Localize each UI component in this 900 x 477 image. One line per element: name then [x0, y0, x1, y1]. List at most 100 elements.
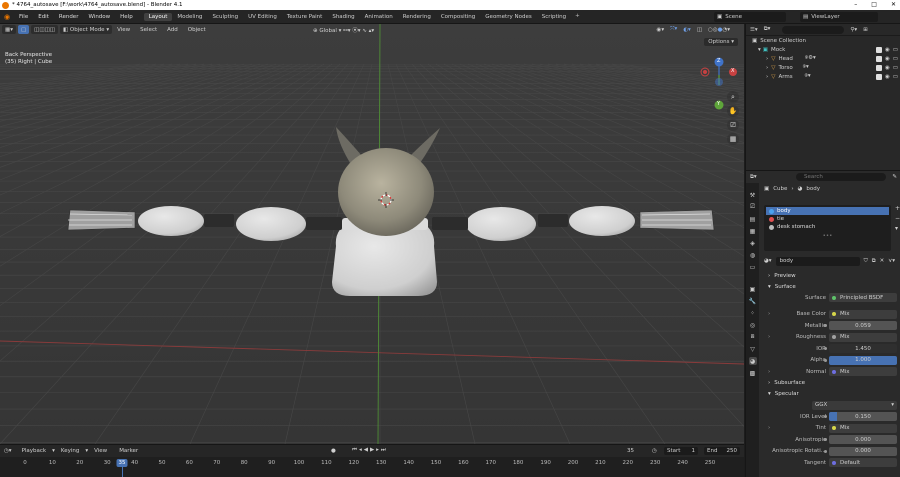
- metallic-slider[interactable]: 0.059: [829, 321, 897, 331]
- start-frame-field[interactable]: Start 1: [664, 447, 698, 455]
- panel-specular[interactable]: ▾ Specular: [760, 389, 900, 400]
- chevron-right-icon[interactable]: ›: [766, 56, 768, 62]
- eye-icon[interactable]: ◉: [885, 47, 890, 53]
- chevron-right-icon[interactable]: ›: [768, 334, 770, 340]
- eye-icon[interactable]: ◉: [885, 65, 890, 71]
- viewport-menu-view[interactable]: View: [112, 27, 135, 33]
- viewport-menu-add[interactable]: Add: [162, 27, 183, 33]
- end-frame-field[interactable]: End 250: [704, 447, 740, 455]
- alpha-slider[interactable]: 1.000: [829, 355, 897, 365]
- tool-tab-icon[interactable]: ⚒: [749, 191, 757, 199]
- camera-icon[interactable]: ▭: [893, 74, 898, 80]
- outliner-search-input[interactable]: [782, 25, 845, 34]
- menu-render[interactable]: Render: [54, 14, 84, 20]
- camera-icon[interactable]: ▭: [893, 56, 898, 62]
- viewport-menu-object[interactable]: Object: [183, 27, 211, 33]
- outliner-row-arms[interactable]: › ▽ Arms ⍟▾ ◉ ▭: [746, 72, 900, 81]
- chevron-right-icon[interactable]: ›: [768, 369, 770, 375]
- outliner-row-mock[interactable]: ▾ ▣ Mock ◉ ▭: [746, 45, 900, 54]
- collection-tab-icon[interactable]: ▭: [749, 263, 757, 271]
- pin-icon[interactable]: ✎: [892, 174, 897, 180]
- select-mode-icons[interactable]: ◫◫◫◫: [31, 25, 58, 34]
- output-tab-icon[interactable]: ▤: [749, 215, 757, 223]
- clock-icon[interactable]: ◷: [652, 448, 657, 454]
- select-box-icon[interactable]: ▢: [17, 25, 30, 34]
- scene-tab-icon[interactable]: ◈: [749, 239, 757, 247]
- tab-modeling[interactable]: Modeling: [172, 13, 207, 21]
- data-tab-icon[interactable]: ▽: [749, 345, 757, 353]
- tab-sculpting[interactable]: Sculpting: [207, 13, 243, 21]
- world-tab-icon[interactable]: ◍: [749, 251, 757, 259]
- visibility-icon[interactable]: ◉▾: [657, 27, 665, 33]
- auto-key-icon[interactable]: ●: [331, 448, 336, 454]
- material-browse-icon[interactable]: ◕▾: [764, 258, 772, 264]
- timeline-menu-view[interactable]: View: [88, 448, 113, 454]
- 3d-cursor-icon[interactable]: [378, 192, 394, 208]
- fake-user-icon[interactable]: ⛉: [864, 258, 868, 265]
- outliner-row-torso[interactable]: › ▽ Torso ⍟▾ ◉ ▭: [746, 63, 900, 72]
- node-tree-icon[interactable]: ⋎▾: [888, 258, 895, 264]
- minimize-button[interactable]: –: [854, 1, 857, 8]
- transform-orientation-dropdown[interactable]: ⊕ Global ▾ ⚯▾ ⦿▾ ∿ ▴▾: [313, 26, 374, 34]
- chevron-right-icon[interactable]: ›: [766, 65, 768, 71]
- panel-subsurface[interactable]: › Subsurface: [760, 378, 900, 389]
- timeline-menu-playback[interactable]: Playback: [16, 448, 53, 454]
- menu-window[interactable]: Window: [83, 14, 115, 20]
- object-mode-dropdown[interactable]: ◧ Object Mode ▾: [59, 25, 113, 34]
- material-slot-list[interactable]: body tie desk stomach ••• + − ▾: [764, 205, 900, 251]
- blender-menu-icon[interactable]: ◉: [0, 13, 14, 21]
- modifier-tab-icon[interactable]: 🔧: [749, 297, 757, 305]
- new-collection-icon[interactable]: ⊞: [863, 27, 868, 33]
- distribution-dropdown[interactable]: GGX ▾: [812, 400, 897, 410]
- panel-preview[interactable]: › Preview: [760, 270, 900, 281]
- tab-uv-editing[interactable]: UV Editing: [243, 13, 282, 21]
- chevron-right-icon[interactable]: ›: [768, 425, 770, 431]
- eye-icon[interactable]: ◉: [885, 56, 890, 62]
- texture-tab-icon[interactable]: ▩: [749, 369, 757, 377]
- pan-hand-icon[interactable]: ✋: [727, 105, 739, 117]
- scene-selector[interactable]: ▣ Scene: [714, 12, 786, 22]
- camera-icon[interactable]: ▭: [893, 65, 898, 71]
- 3d-viewport[interactable]: ▦▾ ▢ ◫◫◫◫ ◧ Object Mode ▾ View Select Ad…: [0, 24, 744, 444]
- current-frame-field[interactable]: 35: [627, 448, 634, 454]
- roughness-field[interactable]: Mix: [829, 332, 897, 342]
- tab-shading[interactable]: Shading: [327, 13, 359, 21]
- tab-scripting[interactable]: Scripting: [537, 13, 571, 21]
- menu-edit[interactable]: Edit: [33, 14, 54, 20]
- object-tab-icon[interactable]: ▣: [749, 285, 757, 293]
- playhead-frame-indicator[interactable]: 35: [116, 459, 128, 467]
- timeline-menu-marker[interactable]: Marker: [113, 448, 144, 454]
- exclude-checkbox[interactable]: [875, 64, 882, 71]
- camera-view-icon[interactable]: ⎚: [727, 119, 739, 131]
- gizmo-toggle-icon[interactable]: ⤧▾: [670, 26, 677, 33]
- render-tab-icon[interactable]: ⎚: [749, 203, 757, 211]
- outliner-row-head[interactable]: › ▽ Head ⍟⚙▾ ◉ ▭: [746, 54, 900, 63]
- shading-modes-icon[interactable]: ○◎●◔▾: [708, 27, 730, 33]
- perspective-toggle-icon[interactable]: ▦: [727, 133, 739, 145]
- outliner-editor-icon[interactable]: ☰▾: [750, 27, 758, 33]
- material-slot-tie[interactable]: tie: [766, 215, 889, 223]
- exclude-checkbox[interactable]: [875, 46, 882, 53]
- maximize-button[interactable]: □: [871, 1, 877, 8]
- add-slot-button[interactable]: +: [895, 205, 900, 212]
- tab-compositing[interactable]: Compositing: [436, 13, 480, 21]
- timeline-menu-keying[interactable]: Keying: [55, 448, 85, 454]
- tab-rendering[interactable]: Rendering: [398, 13, 436, 21]
- chevron-right-icon[interactable]: ›: [768, 311, 770, 317]
- constraints-tab-icon[interactable]: ⧈: [749, 333, 757, 341]
- filter-icon[interactable]: ⚲▾: [850, 27, 857, 33]
- eye-icon[interactable]: ◉: [885, 74, 890, 80]
- panel-surface[interactable]: ▾ Surface: [760, 281, 900, 292]
- view-layer-selector[interactable]: ▤ ViewLayer: [800, 12, 878, 22]
- exclude-checkbox[interactable]: [875, 73, 882, 80]
- ior-field[interactable]: 1.450: [829, 344, 897, 354]
- properties-editor-icon[interactable]: ⧉▾: [750, 174, 757, 181]
- chevron-down-icon[interactable]: ▾: [758, 47, 761, 53]
- material-slot-body[interactable]: body: [766, 207, 889, 215]
- editor-type-button[interactable]: ▦▾: [2, 25, 16, 34]
- properties-search-input[interactable]: Search: [796, 173, 886, 181]
- timeline-editor-icon[interactable]: ◷▾: [0, 448, 16, 454]
- menu-help[interactable]: Help: [115, 14, 138, 20]
- exclude-checkbox[interactable]: [875, 55, 882, 62]
- chevron-right-icon[interactable]: ›: [766, 74, 768, 80]
